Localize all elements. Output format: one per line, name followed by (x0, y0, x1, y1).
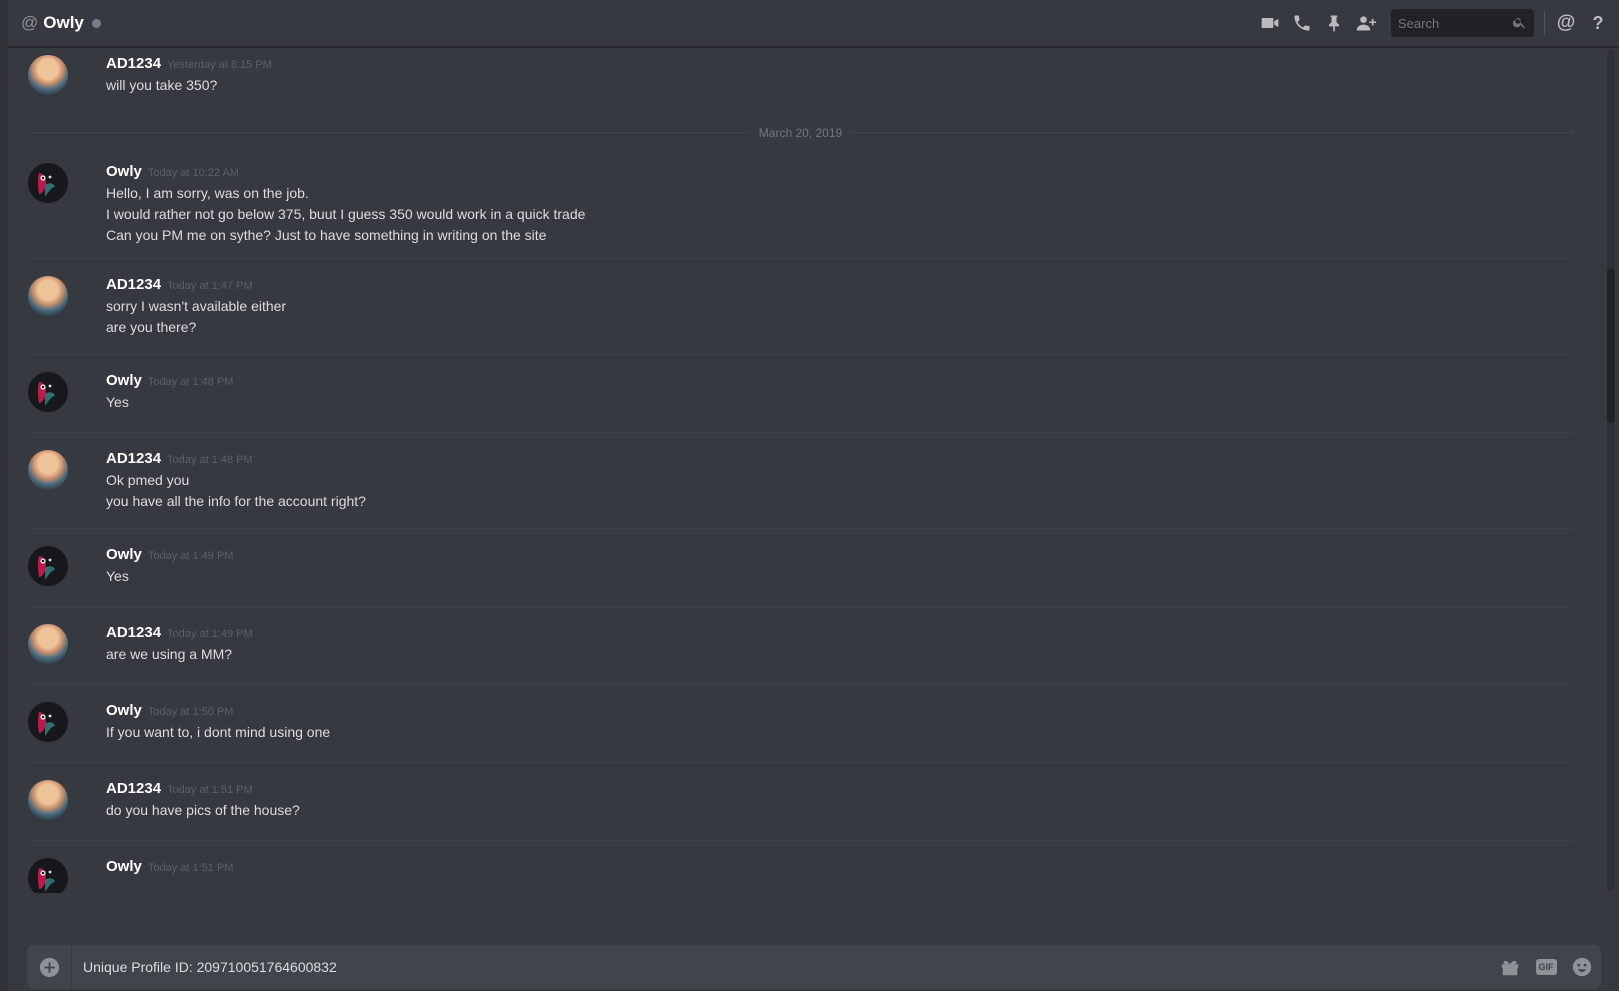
message-composer: GIF (27, 945, 1601, 989)
author-name[interactable]: Owly (106, 372, 142, 389)
message-text: I would rather not go below 375, buut I … (106, 206, 586, 222)
search-box[interactable] (1391, 9, 1534, 37)
date-label: March 20, 2019 (750, 126, 851, 140)
author-name[interactable]: Owly (106, 546, 142, 563)
status-indicator (91, 18, 101, 28)
author-name[interactable]: AD1234 (106, 624, 161, 641)
message-text: are you there? (106, 319, 197, 335)
avatar[interactable] (28, 780, 68, 820)
avatar[interactable] (28, 624, 68, 664)
avatar[interactable] (28, 163, 68, 203)
message-group: Owly Today at 1:51 PM (28, 841, 1573, 893)
timestamp: Today at 1:50 PM (147, 706, 234, 718)
channel-name: Owly (43, 13, 84, 32)
message-group: AD1234 Yesterday at 8:15 PM will you tak… (28, 47, 1573, 111)
message-text: Yes (106, 568, 129, 584)
timestamp: Today at 1:49 PM (167, 628, 253, 640)
avatar[interactable] (28, 372, 68, 412)
add-friend-icon[interactable] (1355, 12, 1377, 34)
message-group: AD1234 Today at 1:51 PM do you have pics… (28, 763, 1573, 841)
message-group: Owly Today at 10:22 AM Hello, I am sorry… (28, 155, 1573, 259)
upload-plus-icon (39, 957, 59, 977)
message-text: will you take 350? (106, 77, 218, 93)
gift-icon[interactable] (1499, 956, 1521, 978)
scrollbar-track[interactable] (1607, 50, 1615, 891)
pin-icon[interactable] (1323, 12, 1345, 34)
message-text: sorry I wasn't available either (106, 298, 287, 314)
phone-icon[interactable] (1291, 12, 1313, 34)
message-group: AD1234 Today at 1:49 PM are we using a M… (28, 607, 1573, 685)
channel-header: @ Owly @ ? (8, 0, 1619, 47)
message-text: If you want to, i dont mind using one (106, 724, 331, 740)
message-group: Owly Today at 1:50 PM If you want to, i … (28, 685, 1573, 763)
timestamp: Today at 1:51 PM (147, 862, 234, 874)
message-group: AD1234 Today at 1:48 PM Ok pmed you you … (28, 433, 1573, 529)
author-name[interactable]: Owly (106, 163, 142, 180)
video-icon[interactable] (1259, 12, 1281, 34)
mention-icon[interactable]: @ (1555, 12, 1577, 34)
header-divider (1544, 11, 1545, 35)
upload-button[interactable] (27, 945, 72, 989)
left-edge (0, 0, 8, 991)
message-text: Hello, I am sorry, was on the job. (106, 185, 309, 201)
app-window: @ Owly @ ? (0, 0, 1619, 991)
author-name[interactable]: AD1234 (106, 276, 161, 293)
message-text: you have all the info for the account ri… (106, 493, 366, 509)
timestamp: Today at 1:49 PM (147, 550, 234, 562)
message-group: AD1234 Today at 1:47 PM sorry I wasn't a… (28, 259, 1573, 355)
timestamp: Today at 1:47 PM (167, 280, 253, 292)
author-name[interactable]: AD1234 (106, 780, 161, 797)
message-text: do you have pics of the house? (106, 802, 300, 818)
message-text: Yes (106, 394, 129, 410)
date-divider: March 20, 2019 (28, 111, 1573, 155)
avatar[interactable] (28, 450, 68, 490)
search-icon (1512, 18, 1525, 29)
avatar[interactable] (28, 858, 68, 893)
message-text: Can you PM me on sythe? Just to have som… (106, 227, 547, 243)
message-group: Owly Today at 1:49 PM Yes (28, 529, 1573, 607)
help-icon[interactable]: ? (1587, 12, 1609, 34)
scrollbar-thumb[interactable] (1607, 268, 1615, 423)
search-input[interactable] (1391, 14, 1510, 32)
author-name[interactable]: AD1234 (106, 55, 161, 72)
message-text: Ok pmed you (106, 472, 190, 488)
emoji-icon[interactable] (1571, 956, 1593, 978)
header-toolbar: @ ? (1259, 0, 1619, 46)
author-name[interactable]: AD1234 (106, 450, 161, 467)
timestamp: Yesterday at 8:15 PM (167, 59, 272, 71)
timestamp: Today at 1:48 PM (147, 376, 234, 388)
avatar[interactable] (28, 546, 68, 586)
message-input[interactable] (72, 958, 1485, 976)
message-group: Owly Today at 1:48 PM Yes (28, 355, 1573, 433)
timestamp: Today at 1:51 PM (167, 784, 253, 796)
gif-icon[interactable]: GIF (1535, 956, 1557, 978)
author-name[interactable]: Owly (106, 858, 142, 875)
message-text: are we using a MM? (106, 646, 233, 662)
timestamp: Today at 10:22 AM (147, 167, 239, 179)
avatar[interactable] (28, 276, 68, 316)
gif-label: GIF (1535, 959, 1557, 975)
composer-tools: GIF (1485, 956, 1593, 978)
author-name[interactable]: Owly (106, 702, 142, 719)
message-list: AD1234 Yesterday at 8:15 PM will you tak… (8, 47, 1601, 893)
timestamp: Today at 1:48 PM (167, 454, 253, 466)
avatar[interactable] (28, 702, 68, 742)
avatar[interactable] (28, 55, 68, 95)
at-symbol-icon: @ (21, 13, 39, 32)
